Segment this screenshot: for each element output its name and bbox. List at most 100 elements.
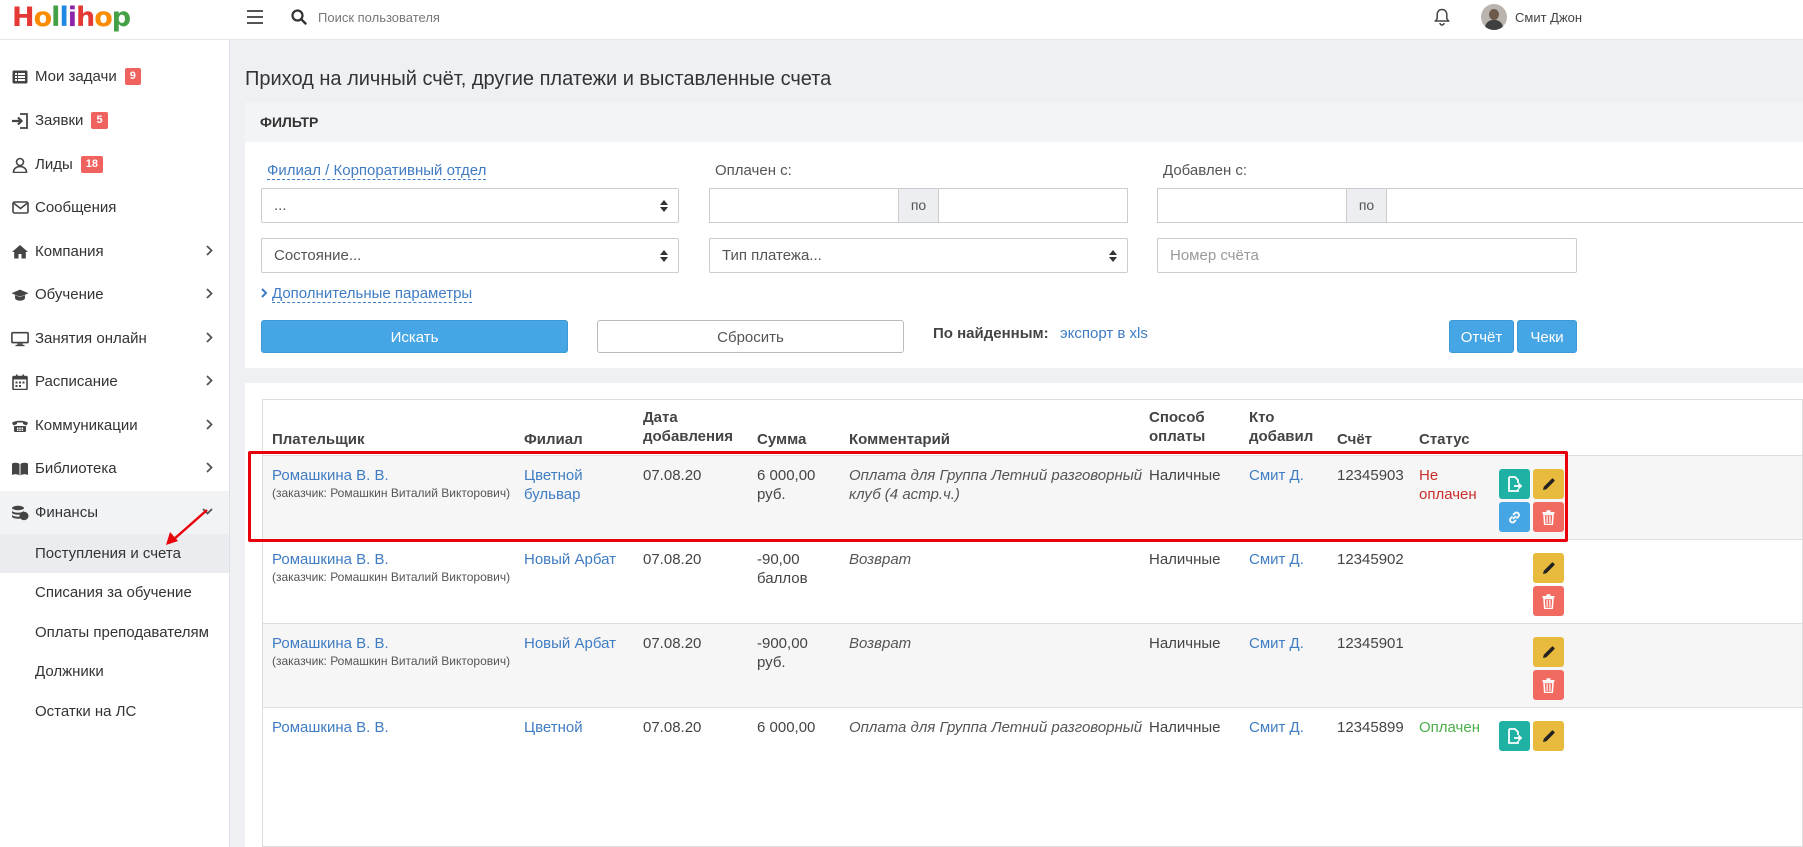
edit-button[interactable] bbox=[1533, 721, 1564, 751]
sidebar-item-label: Занятия онлайн bbox=[35, 330, 147, 347]
invoice-number-input[interactable] bbox=[1157, 238, 1577, 273]
status-badge: Оплачен bbox=[1419, 719, 1480, 736]
sidebar-item-schedule[interactable]: Расписание bbox=[0, 360, 229, 403]
user-search-input[interactable] bbox=[318, 6, 718, 28]
column-header-payer[interactable]: Плательщик bbox=[272, 430, 364, 449]
sidebar-subitem-teacher-payments[interactable]: Оплаты преподавателям bbox=[0, 613, 229, 652]
delete-button[interactable] bbox=[1533, 670, 1564, 700]
branch-link[interactable]: Новый Арбат bbox=[524, 634, 616, 653]
sidebar-item-leads[interactable]: Лиды 18 bbox=[0, 143, 229, 186]
sidebar-subitem-receipts[interactable]: Поступления и счета bbox=[0, 534, 229, 573]
sidebar-subitem-balances[interactable]: Остатки на ЛС bbox=[0, 692, 229, 731]
date-cell: 07.08.20 bbox=[643, 467, 702, 484]
reset-button[interactable]: Сбросить bbox=[597, 320, 904, 353]
sidebar-item-label: Мои задачи bbox=[35, 68, 117, 85]
paid-to-addon: по bbox=[899, 188, 938, 223]
cell-line: Цветной bbox=[524, 467, 583, 484]
branch-select[interactable]: ... bbox=[261, 188, 679, 223]
sidebar-subitem-write-offs[interactable]: Списания за обучение bbox=[0, 573, 229, 612]
payer-link[interactable]: Ромашкина В. В. bbox=[272, 718, 389, 737]
report-button[interactable]: Отчёт bbox=[1449, 320, 1514, 353]
sidebar-item-label: Финансы bbox=[35, 504, 98, 521]
branch-filter-label[interactable]: Филиал / Корпоративный отдел bbox=[267, 162, 487, 180]
cell-line: клуб (4 астр.ч.) bbox=[849, 486, 960, 503]
payer-link[interactable]: Ромашкина В. В. bbox=[272, 634, 389, 653]
sidebar-item-online-classes[interactable]: Занятия онлайн bbox=[0, 317, 229, 360]
branch-link[interactable]: Цветной bbox=[524, 718, 583, 737]
sidebar-item-requests[interactable]: Заявки 5 bbox=[0, 99, 229, 142]
amount-cell: -90,00 баллов bbox=[757, 550, 808, 588]
pencil-icon bbox=[1542, 730, 1555, 742]
column-header-amount[interactable]: Сумма bbox=[757, 430, 806, 449]
sidebar-item-label: Коммуникации bbox=[35, 417, 138, 434]
paid-from-input[interactable] bbox=[709, 188, 899, 223]
column-header-method[interactable]: Способ оплаты bbox=[1149, 408, 1205, 446]
cell-line: 6 000,00 bbox=[757, 467, 816, 484]
notifications-bell-icon[interactable] bbox=[1434, 8, 1450, 26]
sidebar-item-my-tasks[interactable]: Мои задачи 9 bbox=[0, 55, 229, 98]
pay-button[interactable] bbox=[1499, 721, 1530, 751]
edit-button[interactable] bbox=[1533, 637, 1564, 667]
method-cell: Наличные bbox=[1149, 635, 1221, 652]
edit-button[interactable] bbox=[1533, 553, 1564, 583]
avatar[interactable] bbox=[1481, 4, 1507, 30]
top-bar: Hollihop Смит Джон bbox=[0, 0, 1803, 40]
hollihop-logo[interactable]: Hollihop bbox=[12, 2, 131, 33]
filter-heading[interactable]: ФИЛЬТР bbox=[245, 102, 1803, 142]
copy-link-button[interactable] bbox=[1499, 502, 1530, 532]
sidebar-item-finance[interactable]: Финансы bbox=[0, 491, 229, 534]
checks-button[interactable]: Чеки bbox=[1517, 320, 1577, 353]
book-icon bbox=[11, 460, 29, 478]
column-header-invoice[interactable]: Счёт bbox=[1337, 430, 1372, 449]
comment-cell: Оплата для Группа Летний разговорный клуб… bbox=[849, 466, 1142, 504]
state-select[interactable]: Состояние... bbox=[261, 238, 679, 273]
paid-to-input[interactable] bbox=[938, 188, 1128, 223]
added-by-link[interactable]: Смит Д. bbox=[1249, 550, 1304, 569]
column-header-comment[interactable]: Комментарий bbox=[849, 430, 950, 449]
added-by-link[interactable]: Смит Д. bbox=[1249, 466, 1304, 485]
sidebar-subitem-debtors[interactable]: Должники bbox=[0, 652, 229, 691]
sidebar-item-label: Компания bbox=[35, 243, 104, 260]
added-by-link[interactable]: Смит Д. bbox=[1249, 718, 1304, 737]
added-by-link[interactable]: Смит Д. bbox=[1249, 634, 1304, 653]
added-to-input[interactable] bbox=[1386, 188, 1803, 223]
state-select-value: Состояние... bbox=[274, 247, 362, 264]
method-cell: Наличные bbox=[1149, 551, 1221, 568]
column-header-status[interactable]: Статус bbox=[1419, 430, 1470, 449]
amount-cell: 6 000,00 руб. bbox=[757, 466, 815, 504]
column-header-date[interactable]: Дата добавления bbox=[643, 408, 733, 446]
payer-link[interactable]: Ромашкина В. В. bbox=[272, 466, 389, 485]
pencil-icon bbox=[1542, 478, 1555, 490]
edit-button[interactable] bbox=[1533, 469, 1564, 499]
header-line: Кто bbox=[1249, 409, 1275, 426]
sidebar-item-library[interactable]: Библиотека bbox=[0, 447, 229, 490]
more-params-toggle[interactable]: Дополнительные параметры bbox=[261, 285, 473, 303]
delete-button[interactable] bbox=[1533, 586, 1564, 616]
pay-button[interactable] bbox=[1499, 469, 1530, 499]
column-header-branch[interactable]: Филиал bbox=[524, 430, 583, 449]
customer-note: (заказчик: Ромашкин Виталий Викторович) bbox=[272, 570, 511, 584]
payer-link[interactable]: Ромашкина В. В. bbox=[272, 550, 389, 569]
date-cell: 07.08.20 bbox=[643, 635, 702, 652]
user-name[interactable]: Смит Джон bbox=[1515, 10, 1582, 25]
table-row: Ромашкина В. В. Цветной 07.08.20 6 000,0… bbox=[263, 707, 1802, 791]
sidebar-item-messages[interactable]: Сообщения bbox=[0, 186, 229, 229]
branch-link[interactable]: Новый Арбат bbox=[524, 550, 616, 569]
chevron-right-icon bbox=[206, 245, 213, 256]
calendar-icon bbox=[11, 373, 29, 391]
sidebar-item-company[interactable]: Компания bbox=[0, 230, 229, 273]
sidebar-item-education[interactable]: Обучение bbox=[0, 273, 229, 316]
payment-type-select[interactable]: Тип платежа... bbox=[709, 238, 1128, 273]
column-header-added-by[interactable]: Кто добавил bbox=[1249, 408, 1313, 446]
trash-icon bbox=[1542, 593, 1555, 609]
graduation-cap-icon bbox=[11, 286, 29, 304]
chevron-right-icon bbox=[206, 419, 213, 430]
export-xls-link[interactable]: экспорт в xls bbox=[1060, 325, 1148, 342]
branch-link[interactable]: Цветной бульвар bbox=[524, 466, 583, 504]
search-button[interactable]: Искать bbox=[261, 320, 568, 353]
delete-button[interactable] bbox=[1533, 502, 1564, 532]
added-from-input[interactable] bbox=[1157, 188, 1347, 223]
sidebar-item-communications[interactable]: Коммуникации bbox=[0, 404, 229, 447]
menu-toggle-icon[interactable] bbox=[247, 10, 263, 24]
search-icon bbox=[291, 9, 307, 25]
